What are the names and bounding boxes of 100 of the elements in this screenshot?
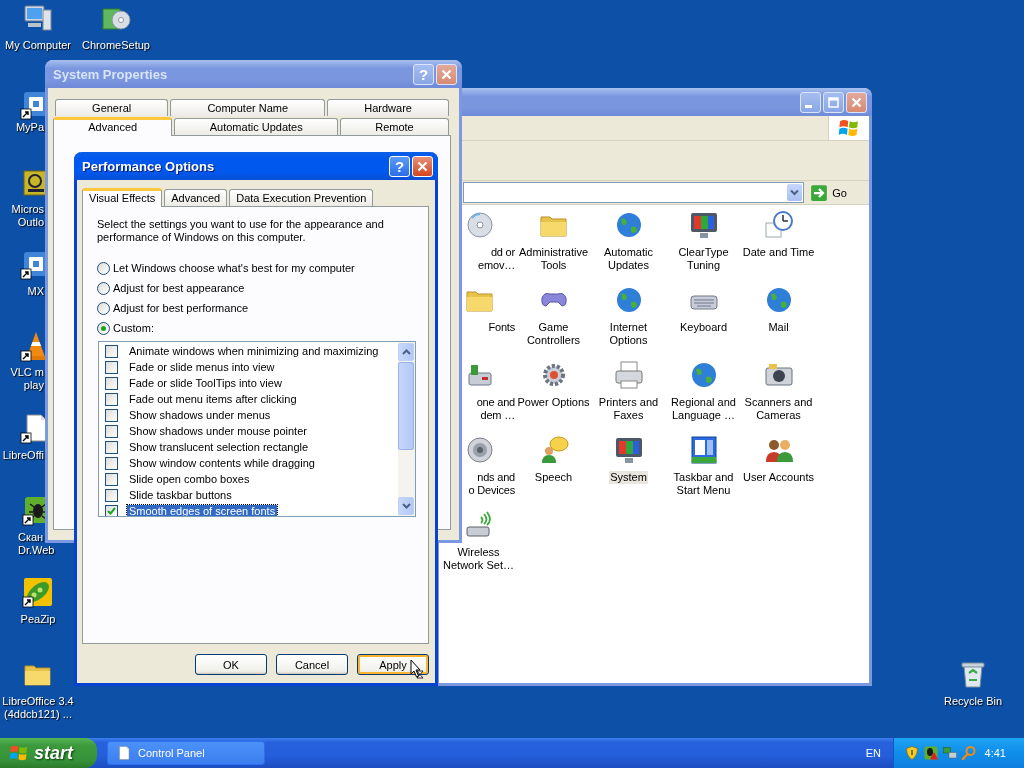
radio-button[interactable] (97, 301, 110, 315)
close-icon (417, 160, 428, 172)
applet-label[interactable]: Printers and Faxes (597, 396, 660, 422)
language-indicator[interactable]: EN (865, 747, 881, 759)
applet-label[interactable]: dd or emov… (477, 246, 516, 272)
checkbox[interactable] (105, 408, 118, 422)
maximize-icon (828, 96, 839, 108)
applet-label[interactable]: one and dem … (475, 396, 516, 422)
checkbox[interactable] (105, 376, 118, 390)
tab[interactable]: Remote (339, 118, 449, 135)
close-icon (851, 96, 862, 108)
tab[interactable]: Computer Name (170, 99, 326, 116)
chevron-down-icon (790, 189, 800, 196)
effect-label[interactable]: Slide taskbar buttons (127, 488, 234, 502)
dialog-button[interactable]: OK (195, 654, 267, 675)
applet-label[interactable]: Speech (533, 471, 574, 484)
network-icon (942, 745, 958, 761)
effect-label[interactable]: Animate windows when minimizing and maximizing (127, 344, 381, 358)
effect-label[interactable]: Show shadows under menus (127, 408, 273, 422)
effect-label[interactable]: Show shadows under mouse pointer (127, 424, 309, 438)
desktop-icon-label[interactable]: Recycle Bin (943, 695, 1003, 708)
radio-label[interactable]: Adjust for best appearance (113, 282, 245, 294)
applet-label[interactable]: Wireless Network Set… (442, 546, 515, 572)
printer-icon (612, 359, 645, 391)
tab[interactable]: Hardware (327, 99, 449, 116)
effect-label[interactable]: Fade or slide menus into view (127, 360, 277, 374)
applet-label[interactable]: Mail (767, 321, 790, 334)
applet-label[interactable]: Internet Options (608, 321, 649, 347)
dropdown-button[interactable] (787, 184, 803, 201)
desktop-icon-label[interactable]: Скан Dr.Web (18, 531, 55, 557)
radio-label[interactable]: Custom: (113, 322, 154, 334)
check-icon (107, 507, 116, 515)
close-button[interactable] (846, 91, 867, 113)
go-button[interactable]: Go (808, 182, 849, 203)
checkbox[interactable] (105, 360, 118, 374)
applet-label[interactable]: Keyboard (678, 321, 729, 334)
checkbox[interactable] (105, 488, 118, 502)
checkbox[interactable] (105, 472, 118, 486)
applet-label[interactable]: Regional and Language … (670, 396, 737, 422)
window-title: System Properties (53, 66, 169, 82)
radio-button[interactable] (97, 321, 110, 335)
start-button[interactable]: start (0, 738, 97, 768)
bug-alert-icon (923, 745, 939, 761)
applet-label[interactable]: Date and Time (741, 246, 816, 259)
applet-label[interactable]: Automatic Updates (603, 246, 654, 272)
tab[interactable]: Advanced (164, 189, 228, 206)
applet-label[interactable]: Fonts (487, 321, 516, 334)
flag-icon (838, 117, 860, 139)
checkbox[interactable] (105, 392, 118, 406)
desktop-icon-label[interactable]: ChromeSetup (82, 39, 150, 52)
computer-icon (22, 2, 54, 34)
applet-label[interactable]: Game Controllers (525, 321, 582, 347)
desktop-icon-label[interactable]: VLC m play (10, 366, 44, 392)
effect-label[interactable]: Fade out menu items after clicking (127, 392, 299, 406)
address-field[interactable] (463, 182, 805, 203)
desktop-icon-label[interactable]: LibreOffi (2, 449, 44, 462)
tab[interactable]: Visual Effects (82, 188, 163, 207)
applet-label[interactable]: User Accounts (742, 471, 815, 484)
checkbox[interactable] (105, 440, 118, 454)
effect-label[interactable]: Slide open combo boxes (127, 472, 252, 486)
applet-label[interactable]: Administrative Tools (517, 246, 590, 272)
tab[interactable]: Data Execution Prevention (229, 189, 374, 206)
flag-icon (9, 743, 29, 763)
desktop-icon-label[interactable]: LibreOffice 3.4 (4ddcb121) ... (2, 695, 74, 721)
applet-label[interactable]: Scanners and Cameras (743, 396, 814, 422)
desktop-icon-label[interactable]: MX (27, 285, 44, 298)
close-icon (441, 68, 452, 80)
effect-label[interactable]: Show translucent selection rectangle (127, 440, 311, 454)
checkbox[interactable] (105, 344, 118, 358)
checkbox[interactable] (105, 456, 118, 470)
checkbox[interactable] (105, 424, 118, 438)
desktop-icon-label[interactable]: Micros Outlo (11, 203, 44, 229)
desktop-icon-label[interactable]: PeaZip (20, 613, 56, 626)
radio-label[interactable]: Adjust for best performance (113, 302, 249, 314)
effect-label[interactable]: Smooth edges of screen fonts (127, 504, 278, 516)
scroll-bar[interactable] (398, 342, 415, 516)
desktop-icon-label[interactable]: MyPa (15, 121, 44, 134)
applet-label[interactable]: ClearType Tuning (677, 246, 730, 272)
radio-button[interactable] (97, 261, 110, 275)
clock[interactable]: 4:41 (984, 747, 1024, 759)
effect-label[interactable]: Show window contents while dragging (127, 456, 317, 470)
applet-label[interactable]: Taskbar and Start Menu (672, 471, 735, 497)
radio-button[interactable] (97, 281, 110, 295)
tab[interactable]: General (55, 99, 169, 116)
window-title: Performance Options (82, 158, 216, 174)
desktop-icon-label[interactable]: My Computer (5, 39, 71, 52)
dialog-button[interactable]: Cancel (276, 654, 348, 675)
shield-icon (904, 745, 920, 761)
effect-label[interactable]: Fade or slide ToolTips into view (127, 376, 284, 390)
clock-icon (762, 209, 795, 241)
close-button[interactable] (436, 63, 457, 85)
search-icon (961, 745, 977, 761)
cursor-icon (410, 659, 424, 679)
applet-label[interactable]: System (609, 471, 648, 484)
checkbox[interactable] (105, 504, 118, 516)
applet-label[interactable]: nds and o Devices (467, 471, 516, 497)
applet-label[interactable]: Power Options (516, 396, 591, 409)
tab[interactable]: Automatic Updates (174, 118, 338, 135)
tab[interactable]: Advanced (53, 117, 173, 136)
radio-label[interactable]: Let Windows choose what's best for my computer (113, 262, 355, 274)
